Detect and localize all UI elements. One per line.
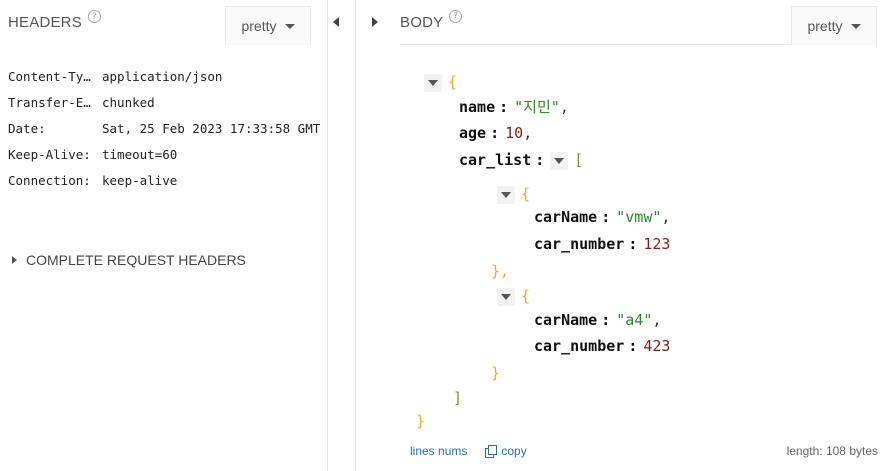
header-row: Transfer-E… chunked: [8, 90, 322, 116]
json-key: name: [459, 98, 496, 116]
header-key: Date:: [8, 121, 46, 136]
header-value: chunked: [102, 95, 155, 110]
json-number: 10: [505, 124, 524, 142]
json-line: car_number:123: [534, 234, 670, 254]
json-colon: :: [535, 151, 545, 169]
json-key: carName: [534, 208, 598, 226]
caret-down-icon[interactable]: [497, 287, 515, 306]
header-value: application/json: [102, 69, 223, 84]
json-line: car_number:423: [534, 336, 670, 356]
copy-button[interactable]: copy: [485, 444, 527, 458]
json-brace: }: [491, 364, 501, 382]
json-comma: ,: [661, 208, 671, 226]
header-key: Transfer-E…: [8, 95, 91, 110]
json-colon: :: [490, 124, 500, 142]
json-key: car_number: [534, 337, 625, 355]
json-line: {: [424, 72, 457, 92]
body-format-select[interactable]: pretty: [791, 6, 877, 45]
json-number: 123: [643, 235, 671, 253]
json-line: car_list: [: [459, 150, 583, 170]
body-title: BODY: [400, 13, 444, 31]
caret-down-icon[interactable]: [497, 185, 515, 204]
json-colon: :: [628, 337, 638, 355]
json-line: name: "지민",: [459, 97, 569, 117]
header-row: Content-Ty… application/json: [8, 64, 322, 90]
json-string: "vmw": [616, 208, 662, 226]
json-comma: ,: [559, 98, 569, 116]
help-icon[interactable]: ?: [449, 9, 463, 23]
json-key: car_number: [534, 235, 625, 253]
chevron-right-icon: [12, 256, 17, 264]
body-footer: lines nums copy length: 108 bytes: [410, 444, 878, 458]
body-panel: BODY ? pretty { name: "지민", age:10, car_l…: [356, 0, 892, 471]
json-colon: :: [601, 208, 611, 226]
header-key: Keep-Alive:: [8, 147, 91, 162]
chevron-down-icon: [850, 23, 861, 29]
copy-label: copy: [501, 444, 527, 458]
caret-down-icon[interactable]: [424, 73, 442, 92]
json-line: {: [497, 286, 530, 306]
json-comma: ,: [652, 311, 662, 329]
headers-title: HEADERS: [8, 14, 82, 31]
header-key: Connection:: [8, 173, 91, 188]
header-key: Content-Ty…: [8, 69, 91, 84]
complete-request-headers-toggle[interactable]: COMPLETE REQUEST HEADERS: [12, 252, 246, 268]
copy-icon: [485, 445, 498, 458]
json-line: carName: "vmw",: [534, 207, 670, 227]
header-value: timeout=60: [102, 147, 178, 162]
json-colon: :: [601, 311, 611, 329]
json-key: age: [459, 124, 487, 142]
json-key: carName: [534, 311, 598, 329]
json-line: {: [497, 184, 530, 204]
headers-panel: HEADERS ? pretty Content-Ty… application…: [0, 0, 328, 471]
json-brace: }: [416, 412, 426, 430]
json-brace: {: [521, 287, 531, 305]
json-number: 423: [643, 337, 671, 355]
json-bracket: [: [574, 151, 584, 169]
lines-nums-link[interactable]: lines nums: [410, 444, 467, 458]
json-line: }: [416, 411, 425, 431]
triangle-left-icon[interactable]: [333, 17, 339, 27]
json-line: age:10,: [459, 123, 532, 143]
header-value: keep-alive: [102, 173, 178, 188]
json-string: "지민": [514, 98, 560, 116]
length-label: length: 108 bytes: [786, 444, 878, 458]
help-icon[interactable]: ?: [87, 10, 101, 23]
json-line: ]: [453, 388, 462, 408]
json-brace: {: [521, 185, 531, 203]
chevron-down-icon: [284, 23, 295, 29]
headers-panel-header: HEADERS ?: [8, 0, 101, 45]
headers-table: Content-Ty… application/json Transfer-E……: [8, 64, 322, 194]
headers-format-select[interactable]: pretty: [225, 6, 311, 45]
complete-request-headers-label: COMPLETE REQUEST HEADERS: [26, 252, 246, 268]
json-brace: {: [448, 73, 458, 91]
caret-down-icon[interactable]: [550, 151, 569, 170]
header-row: Date: Sat, 25 Feb 2023 17:33:58 GMT: [8, 116, 322, 142]
json-colon: :: [499, 98, 509, 116]
json-line: }: [491, 363, 500, 383]
header-row: Keep-Alive: timeout=60: [8, 142, 322, 168]
json-comma: ,: [523, 124, 533, 142]
json-colon: :: [628, 235, 638, 253]
header-value: Sat, 25 Feb 2023 17:33:58 GMT: [102, 121, 321, 136]
body-format-value: pretty: [807, 18, 843, 34]
json-string: "a4": [616, 311, 653, 329]
json-bracket: ]: [453, 389, 463, 407]
json-line: carName: "a4",: [534, 310, 661, 330]
json-key: car_list: [459, 151, 532, 169]
header-row: Connection: keep-alive: [8, 168, 322, 194]
json-brace: },: [491, 262, 510, 280]
headers-format-value: pretty: [241, 18, 277, 34]
json-line: },: [491, 261, 509, 281]
